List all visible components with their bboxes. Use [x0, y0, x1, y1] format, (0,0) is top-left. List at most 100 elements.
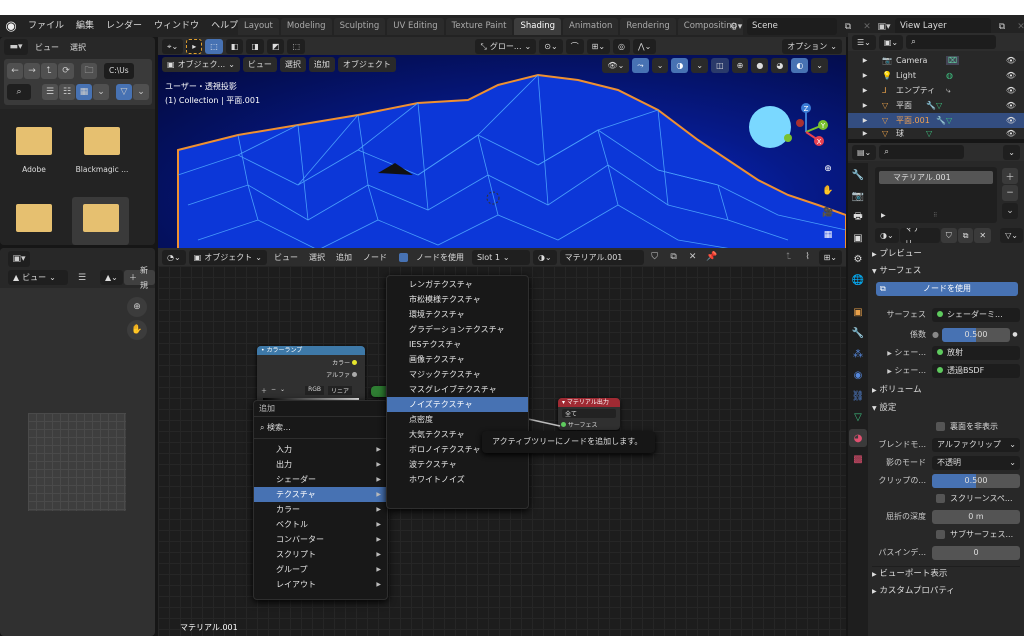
tab-modeling[interactable]: Modeling: [280, 18, 332, 35]
expand-arrow-icon[interactable]: ▶: [848, 57, 882, 64]
menu-item-shader[interactable]: シェーダー ▶: [254, 472, 387, 487]
menu-file[interactable]: ファイル: [22, 15, 70, 37]
menu-item-layout[interactable]: レイアウト ▶: [254, 577, 387, 592]
transform-orientation-dropdown[interactable]: ⤡ グロー... ⌄: [475, 38, 537, 54]
menu-item-script[interactable]: スクリプト ▶: [254, 547, 387, 562]
ne-menu-add[interactable]: 追加: [332, 252, 356, 263]
select-tool-icon[interactable]: ▸: [186, 38, 203, 54]
folder-item[interactable]: Adobe: [14, 127, 54, 177]
parent-dir-icon[interactable]: ⮤: [41, 63, 57, 79]
menu-item-texture[interactable]: テクスチャ ▶: [254, 487, 387, 502]
snap-target-dropdown[interactable]: ⊞⌄: [586, 38, 611, 54]
menu-item-output[interactable]: 出力 ▶: [254, 457, 387, 472]
properties-search[interactable]: ⌕: [879, 145, 965, 159]
folder-item[interactable]: Blackmagic ...: [72, 127, 132, 177]
duplicate-material-icon[interactable]: ⧉: [666, 249, 682, 265]
select-mode-set-icon[interactable]: ⬚: [205, 38, 223, 54]
eye-icon[interactable]: 👁: [1006, 56, 1024, 65]
ne-menu-view[interactable]: ビュー: [270, 252, 302, 263]
backface-checkbox[interactable]: 裏面を非表示: [872, 419, 1020, 434]
material-browse-icon[interactable]: ◑⌄: [875, 228, 899, 243]
eye-icon[interactable]: 👁: [1006, 116, 1024, 125]
data-tab-icon[interactable]: ▽: [849, 408, 867, 426]
remove-slot-icon[interactable]: −: [1002, 185, 1018, 201]
menu-window[interactable]: ウィンドウ: [148, 15, 205, 37]
menu-item-musgrave-texture[interactable]: マスグレイブテクスチャ: [387, 382, 528, 397]
outliner-item[interactable]: ▶ ▽ 球 ▽ 👁: [848, 128, 1024, 139]
ortho-toggle-icon[interactable]: ▦: [820, 227, 836, 243]
tab-uv-editing[interactable]: UV Editing: [387, 18, 444, 35]
editor-type-icon[interactable]: ◔⌄: [162, 249, 186, 265]
eye-icon[interactable]: 👁: [1006, 71, 1024, 80]
expand-arrow-icon[interactable]: ▶: [848, 102, 882, 109]
outliner-item[interactable]: ▶ 📷 Camera ⌧ 👁: [848, 53, 1024, 68]
new-folder-icon[interactable]: 🗀: [81, 63, 97, 79]
list-vertical-icon[interactable]: ☰: [42, 84, 58, 100]
subsurface-checkbox[interactable]: サブサーフェス...: [872, 527, 1020, 542]
section-preview[interactable]: ▶ プレビュー: [872, 247, 1020, 262]
scene-icon[interactable]: ⚙▾: [728, 19, 744, 35]
shader2-field[interactable]: 透過BSDF: [932, 363, 1020, 378]
pan-view-icon[interactable]: ✋: [820, 183, 836, 199]
section-viewport-display[interactable]: ▶ ビューポート表示: [872, 566, 1020, 581]
ne-menu-node[interactable]: ノード: [359, 252, 391, 263]
refresh-icon[interactable]: ⟳: [58, 63, 74, 79]
outliner-item[interactable]: ▶ 💡 Light ◍ 👁: [848, 68, 1024, 83]
search-icon[interactable]: ⌕: [7, 84, 31, 100]
tab-rendering[interactable]: Rendering: [620, 18, 676, 35]
thumbnails-icon[interactable]: ▦: [76, 84, 92, 100]
path-field[interactable]: C:\Us: [104, 63, 134, 79]
physics-tab-icon[interactable]: ◉: [849, 366, 867, 384]
forward-icon[interactable]: →: [24, 63, 40, 79]
folder-item[interactable]: [14, 204, 54, 244]
pan-hand-icon[interactable]: ✋: [127, 320, 147, 340]
shader1-field[interactable]: 放射: [932, 345, 1020, 360]
list-horizontal-icon[interactable]: ☷: [59, 84, 75, 100]
menu-item-point-density[interactable]: 点密度: [387, 412, 528, 427]
resize-handle-icon[interactable]: ⠿: [933, 212, 937, 219]
menu-item-group[interactable]: グループ ▶: [254, 562, 387, 577]
expand-arrow-icon[interactable]: ▶: [848, 87, 882, 94]
select-mode-invert-icon[interactable]: ◩: [266, 38, 285, 54]
scene-tab-icon[interactable]: ⚙: [849, 250, 867, 268]
expand-arrow-icon[interactable]: ▶: [848, 130, 882, 137]
refraction-depth-field[interactable]: 0 m: [932, 509, 1020, 524]
image-view-dropdown[interactable]: ▲ ビュー ⌄: [8, 270, 68, 285]
material-browse-icon[interactable]: ◑⌄: [532, 249, 557, 265]
filter-dropdown-icon[interactable]: ⌄: [133, 84, 149, 100]
editor-type-icon[interactable]: ▣▾: [8, 251, 30, 267]
filter-icon[interactable]: ▽: [116, 84, 132, 100]
outliner-item-selected[interactable]: ▶ ▽ 平面.001 🔧 ▽ 👁: [848, 113, 1024, 128]
material-slot-item[interactable]: マテリアル.001: [879, 171, 993, 184]
menu-render[interactable]: レンダー: [100, 15, 148, 37]
snap-element-dropdown[interactable]: ⊞⌄: [818, 249, 842, 265]
shader-type-dropdown[interactable]: ▣ オブジェクト ⌄: [188, 249, 267, 265]
tab-layout[interactable]: Layout: [238, 18, 279, 35]
menu-item-checker-texture[interactable]: 市松模様テクスチャ: [387, 292, 528, 307]
display-dropdown-icon[interactable]: ⌄: [93, 84, 109, 100]
use-nodes-checkbox[interactable]: ノードを使用: [394, 250, 469, 265]
shadow-mode-dropdown[interactable]: 不透明 ⌄: [932, 455, 1020, 470]
unlink-material-icon[interactable]: ✕: [685, 249, 701, 265]
expand-arrow-icon[interactable]: ▶: [848, 72, 882, 79]
proportional-edit-icon[interactable]: ◎: [613, 38, 631, 54]
ne-menu-select[interactable]: 選択: [305, 252, 329, 263]
section-volume[interactable]: ▶ ボリューム: [872, 383, 1020, 398]
menu-item-color[interactable]: カラー ▶: [254, 502, 387, 517]
menu-item-converter[interactable]: コンバーター ▶: [254, 532, 387, 547]
particles-tab-icon[interactable]: ⁂: [849, 345, 867, 363]
transform-pivot-icon[interactable]: ⌖⌄: [162, 38, 184, 54]
slot-dropdown[interactable]: Slot 1 ⌄: [471, 249, 530, 265]
material-name-field[interactable]: マテリ...: [899, 228, 940, 243]
falloff-icon[interactable]: ⋀⌄: [633, 38, 657, 54]
image-browse-button[interactable]: ▲⌄: [100, 270, 123, 285]
menu-item-vector[interactable]: ベクトル ▶: [254, 517, 387, 532]
fake-user-shield-icon[interactable]: ⛉: [940, 228, 957, 243]
unlink-material-icon[interactable]: ✕: [974, 228, 992, 243]
object-tab-icon[interactable]: ▣: [849, 303, 867, 321]
select-mode-extend-icon[interactable]: ◧: [225, 38, 244, 54]
duplicate-material-icon[interactable]: ⧉: [957, 228, 974, 243]
menu-edit[interactable]: 編集: [70, 15, 100, 37]
node-editor-canvas[interactable]: • カラーランプ カラー アルファ ＋ − ⌄ RGB リニア ▾ マテリアル出力 …: [158, 266, 846, 636]
menu-item-gradient-texture[interactable]: グラデーションテクスチャ: [387, 322, 528, 337]
